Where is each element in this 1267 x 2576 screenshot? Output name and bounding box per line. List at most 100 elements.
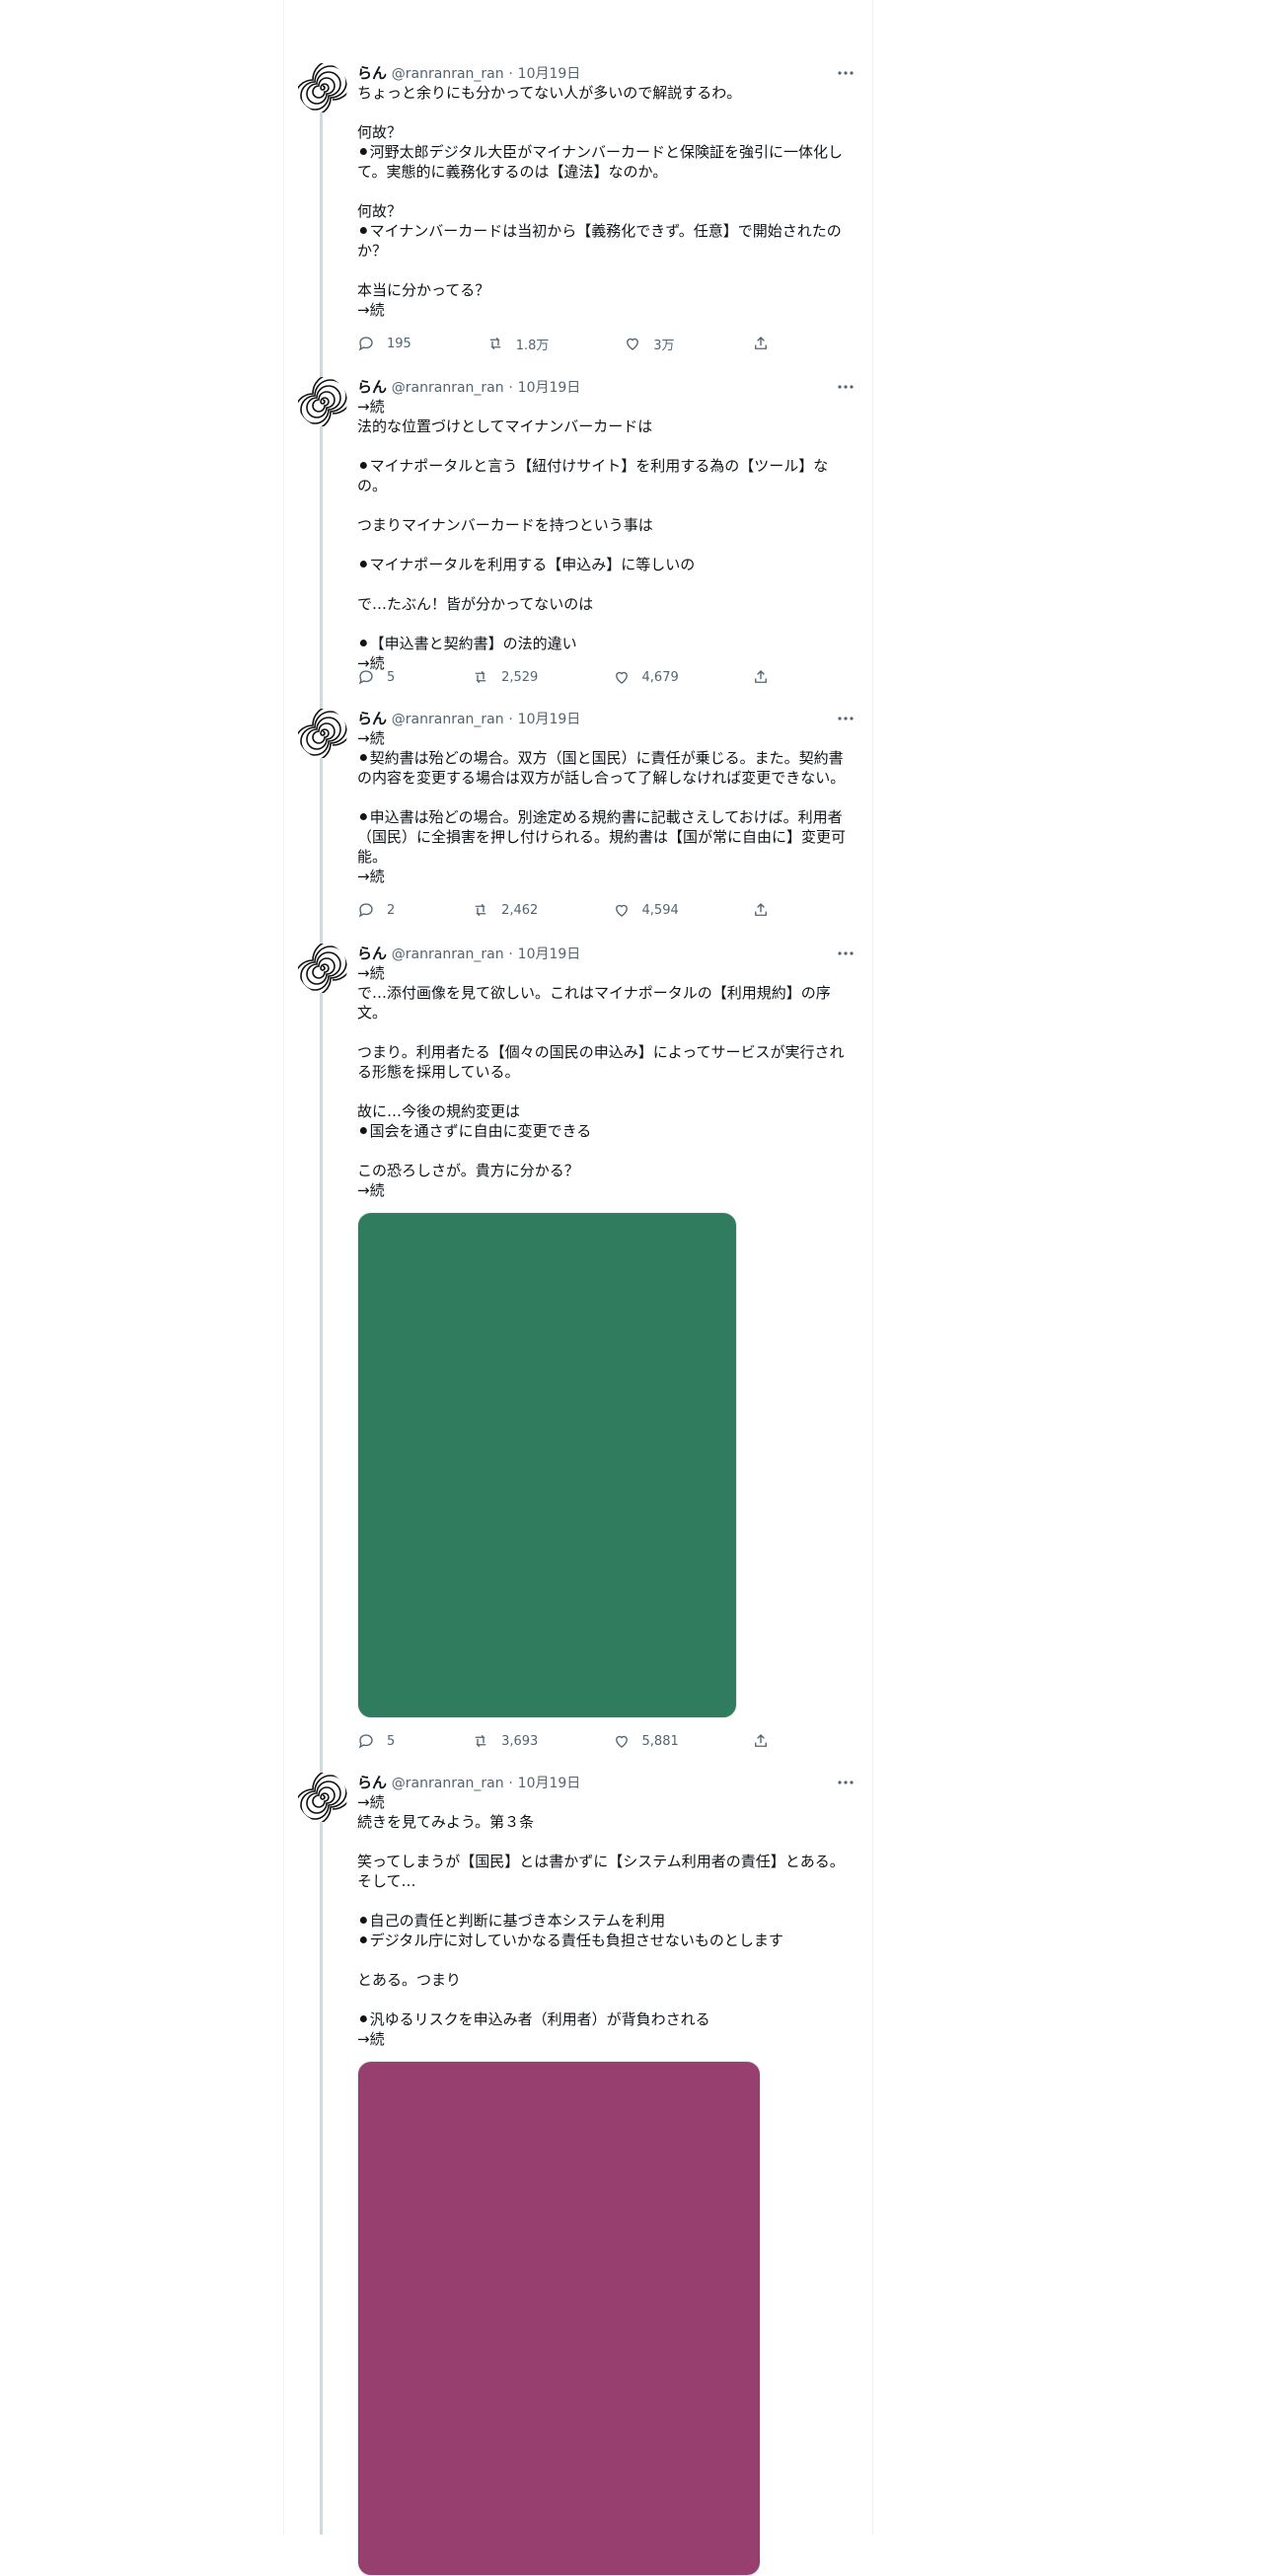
share-icon bbox=[755, 903, 767, 916]
separator-dot: · bbox=[508, 712, 513, 727]
avatar[interactable] bbox=[298, 944, 347, 993]
retweet-button[interactable]: 2,462 bbox=[472, 901, 612, 919]
author-handle[interactable]: @ranranran_ran bbox=[392, 947, 504, 962]
attached-image[interactable] bbox=[357, 2061, 761, 2576]
author-name[interactable]: らん bbox=[357, 64, 387, 82]
like-button[interactable]: 4,594 bbox=[613, 901, 752, 919]
author-name[interactable]: らん bbox=[357, 945, 387, 962]
author-name[interactable]: らん bbox=[357, 710, 387, 727]
separator-dot: · bbox=[508, 380, 513, 396]
share-icon bbox=[755, 1734, 767, 1747]
tweet-actions: 195 1.8万 3万 bbox=[357, 334, 782, 353]
like-count: 4,679 bbox=[641, 669, 679, 685]
retweet-icon bbox=[475, 903, 486, 917]
share-button[interactable] bbox=[752, 901, 782, 919]
heart-icon bbox=[627, 338, 639, 350]
reply-button[interactable]: 5 bbox=[357, 668, 472, 686]
tweet-body: らん @ranranran_ran · 10月19日 ちょっと余りにも分かってな… bbox=[357, 63, 857, 353]
separator-dot: · bbox=[508, 947, 513, 962]
tweet-header: らん @ranranran_ran · 10月19日 bbox=[357, 377, 857, 397]
retweet-icon bbox=[475, 670, 486, 684]
tweet-date[interactable]: 10月19日 bbox=[518, 380, 581, 396]
tweet-body: らん @ranranran_ran · 10月19日 →続 続きを見てみよう。第… bbox=[357, 1773, 857, 2576]
tweet-body: らん @ranranran_ran · 10月19日 →続 で…添付画像を見て欲… bbox=[357, 944, 857, 1749]
retweet-button[interactable]: 2,529 bbox=[472, 668, 612, 686]
share-button[interactable] bbox=[752, 1732, 782, 1750]
reply-count: 2 bbox=[387, 902, 396, 918]
tweet-header: らん @ranranran_ran · 10月19日 bbox=[357, 63, 857, 83]
share-button[interactable] bbox=[752, 668, 782, 686]
reply-count: 5 bbox=[387, 1733, 396, 1749]
more-options-button[interactable] bbox=[835, 1773, 857, 1792]
heart-icon bbox=[615, 1735, 628, 1748]
author-handle[interactable]: @ranranran_ran bbox=[392, 1776, 504, 1791]
like-button[interactable]: 5,881 bbox=[613, 1732, 752, 1750]
timeline-column: らん @ranranran_ran · 10月19日 ちょっと余りにも分かってな… bbox=[283, 0, 873, 2576]
reply-count: 195 bbox=[387, 336, 411, 351]
tweet-text: ちょっと余りにも分かってない人が多いので解説するわ。 何故？ ⚫︎河野太郎デジタ… bbox=[357, 84, 843, 319]
more-options-button[interactable] bbox=[835, 944, 857, 963]
spiral-avatar-icon bbox=[298, 1773, 347, 1822]
avatar[interactable] bbox=[298, 63, 347, 113]
like-count: 4,594 bbox=[641, 902, 679, 918]
thread-connector-line bbox=[320, 95, 323, 2535]
share-icon bbox=[755, 337, 767, 349]
tweet-actions: 5 2,529 4,679 bbox=[357, 667, 782, 687]
spiral-avatar-icon bbox=[298, 709, 347, 758]
retweet-button[interactable]: 1.8万 bbox=[486, 335, 625, 353]
retweet-button[interactable]: 3,693 bbox=[472, 1732, 612, 1750]
share-icon bbox=[755, 670, 767, 683]
author-name[interactable]: らん bbox=[357, 1774, 387, 1791]
attached-image[interactable] bbox=[357, 1212, 737, 1718]
heart-icon bbox=[615, 671, 628, 684]
reply-button[interactable]: 195 bbox=[357, 335, 486, 352]
more-options-button[interactable] bbox=[835, 709, 857, 728]
reply-icon bbox=[358, 1734, 373, 1749]
author-handle[interactable]: @ranranran_ran bbox=[392, 380, 504, 396]
like-count: 3万 bbox=[653, 338, 675, 353]
tweet-header: らん @ranranran_ran · 10月19日 bbox=[357, 709, 857, 728]
reply-count: 5 bbox=[387, 669, 396, 685]
like-button[interactable]: 3万 bbox=[624, 335, 752, 353]
retweet-count: 3,693 bbox=[501, 1733, 539, 1749]
tweet-header: らん @ranranran_ran · 10月19日 bbox=[357, 1773, 857, 1792]
author-handle[interactable]: @ranranran_ran bbox=[392, 712, 504, 727]
author-name[interactable]: らん bbox=[357, 378, 387, 396]
author-handle[interactable]: @ranranran_ran bbox=[392, 66, 504, 82]
ellipsis-icon bbox=[838, 71, 854, 75]
ellipsis-icon bbox=[838, 951, 854, 955]
tweet-date[interactable]: 10月19日 bbox=[518, 66, 581, 82]
retweet-count: 2,462 bbox=[501, 902, 539, 918]
reply-icon bbox=[358, 337, 373, 351]
tweet-text: →続 続きを見てみよう。第３条 笑ってしまうが【国民】とは書かずに【システム利用… bbox=[357, 1793, 845, 2048]
separator-dot: · bbox=[508, 66, 513, 82]
tweet-header: らん @ranranran_ran · 10月19日 bbox=[357, 944, 857, 963]
reply-button[interactable]: 5 bbox=[357, 1732, 472, 1750]
ellipsis-icon bbox=[838, 385, 854, 389]
tweet-actions: 2 2,462 4,594 bbox=[357, 900, 782, 920]
avatar[interactable] bbox=[298, 709, 347, 758]
more-options-button[interactable] bbox=[835, 63, 857, 83]
share-button[interactable] bbox=[752, 335, 782, 352]
like-count: 5,881 bbox=[641, 1733, 679, 1749]
retweet-icon bbox=[489, 337, 500, 350]
tweet-date[interactable]: 10月19日 bbox=[518, 712, 581, 727]
tweet-body: らん @ranranran_ran · 10月19日 →続 法的な位置づけとして… bbox=[357, 377, 857, 685]
retweet-count: 2,529 bbox=[501, 669, 539, 685]
ellipsis-icon bbox=[838, 1780, 854, 1784]
avatar[interactable] bbox=[298, 1773, 347, 1822]
spiral-avatar-icon bbox=[298, 377, 347, 426]
spiral-avatar-icon bbox=[298, 944, 347, 993]
avatar[interactable] bbox=[298, 377, 347, 426]
retweet-icon bbox=[475, 1734, 486, 1748]
reply-icon bbox=[358, 670, 373, 685]
more-options-button[interactable] bbox=[835, 377, 857, 397]
like-button[interactable]: 4,679 bbox=[613, 668, 752, 686]
tweet-text: →続 で…添付画像を見て欲しい。これはマイナポータルの【利用規約】の序文。 つま… bbox=[357, 964, 845, 1199]
tweet-actions: 5 3,693 5,881 bbox=[357, 1731, 782, 1751]
tweet-date[interactable]: 10月19日 bbox=[518, 947, 581, 962]
tweet-text: →続 法的な位置づけとしてマイナンバーカードは ⚫︎マイナポータルと言う【紐付け… bbox=[357, 398, 829, 672]
ellipsis-icon bbox=[838, 717, 854, 720]
reply-button[interactable]: 2 bbox=[357, 901, 472, 919]
tweet-date[interactable]: 10月19日 bbox=[518, 1776, 581, 1791]
